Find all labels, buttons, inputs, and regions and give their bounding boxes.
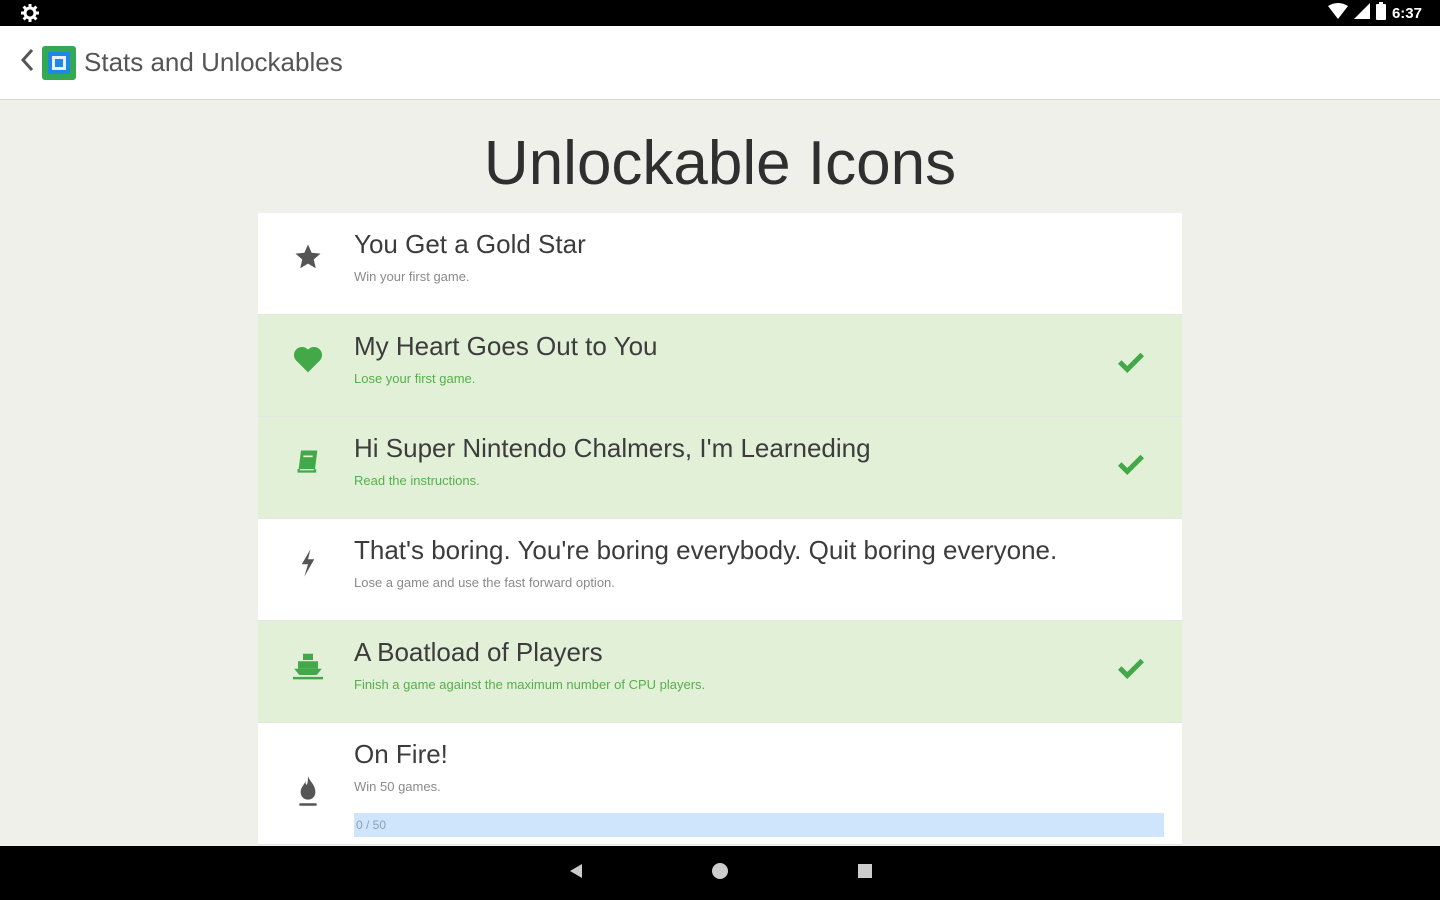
achievement-row-gold-star[interactable]: You Get a Gold Star Win your first game. xyxy=(258,213,1182,315)
achievement-row-book[interactable]: Hi Super Nintendo Chalmers, I'm Learnedi… xyxy=(258,417,1182,519)
progress-fill xyxy=(354,813,1164,837)
battery-icon xyxy=(1375,1,1386,25)
nav-recents-button[interactable] xyxy=(855,863,875,883)
achievement-description: Win your first game. xyxy=(354,269,470,284)
achievement-title: On Fire! xyxy=(354,739,448,769)
achievement-title: You Get a Gold Star xyxy=(354,229,586,259)
signal-icon xyxy=(1353,2,1370,24)
progress-label: 0 / 50 xyxy=(356,818,387,832)
achievement-title: A Boatload of Players xyxy=(354,637,603,667)
nav-back-button[interactable] xyxy=(566,863,586,883)
achievement-row-on-fire[interactable]: On Fire! Win 50 games. 0 / 50 xyxy=(258,723,1182,845)
lightning-icon xyxy=(290,545,326,581)
app-title: Stats and Unlockables xyxy=(84,47,343,77)
home-circle-icon xyxy=(711,862,729,885)
heart-icon xyxy=(290,341,326,377)
book-icon xyxy=(290,443,326,479)
achievement-description: Read the instructions. xyxy=(354,473,480,488)
achievement-title: That's boring. You're boring everybody. … xyxy=(354,535,1058,565)
fire-icon xyxy=(290,773,326,809)
achievement-description: Lose your first game. xyxy=(354,371,476,386)
checkmark-icon xyxy=(1116,653,1148,685)
status-time: 6:37 xyxy=(1391,4,1422,22)
navigation-bar xyxy=(0,846,1440,900)
recents-square-icon xyxy=(857,863,873,884)
achievement-description: Lose a game and use the fast forward opt… xyxy=(354,575,615,590)
achievement-description: Win 50 games. xyxy=(354,779,441,794)
nav-home-button[interactable] xyxy=(710,862,730,885)
back-arrow-icon xyxy=(20,48,34,77)
settings-icon xyxy=(20,3,40,23)
ship-icon xyxy=(290,647,326,683)
wifi-icon xyxy=(1327,2,1348,24)
achievement-row-heart[interactable]: My Heart Goes Out to You Lose your first… xyxy=(258,315,1182,417)
back-button[interactable] xyxy=(16,43,38,83)
star-icon xyxy=(290,239,326,275)
app-logo-icon xyxy=(42,45,76,80)
achievement-row-fast-forward[interactable]: That's boring. You're boring everybody. … xyxy=(258,519,1182,621)
achievement-title: Hi Super Nintendo Chalmers, I'm Learnedi… xyxy=(354,433,871,463)
page-title: Unlockable Icons xyxy=(483,129,957,198)
achievement-row-boatload[interactable]: A Boatload of Players Finish a game agai… xyxy=(258,621,1182,723)
achievement-list: You Get a Gold Star Win your first game.… xyxy=(258,213,1182,846)
app-bar: Stats and Unlockables xyxy=(0,26,1440,100)
achievement-description: Finish a game against the maximum number… xyxy=(354,677,706,692)
back-triangle-icon xyxy=(569,863,583,884)
status-bar: 6:37 xyxy=(0,0,1440,26)
checkmark-icon xyxy=(1116,347,1148,379)
progress-bar: 0 / 50 xyxy=(354,813,1164,837)
achievement-title: My Heart Goes Out to You xyxy=(354,331,658,361)
checkmark-icon xyxy=(1116,449,1148,481)
